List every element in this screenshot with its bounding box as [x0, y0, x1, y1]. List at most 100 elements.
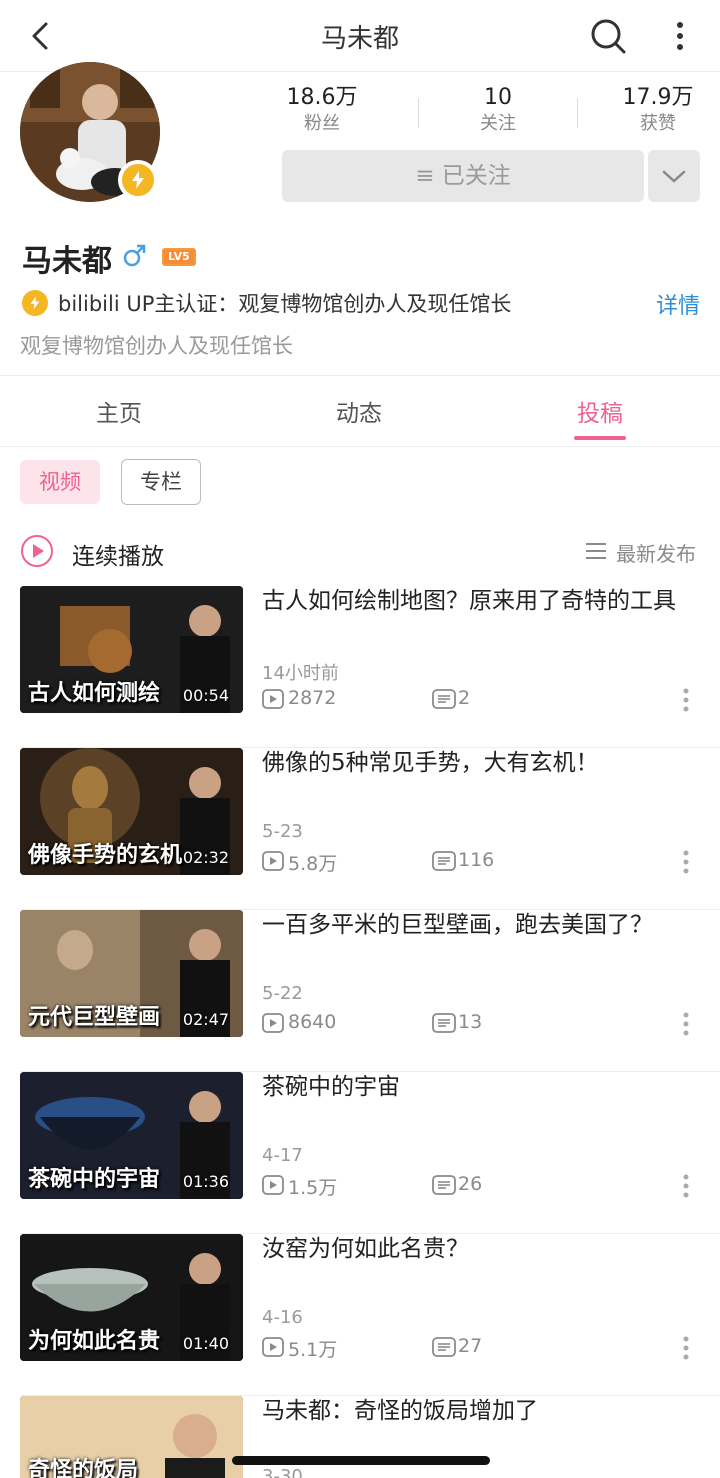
more-vertical-icon[interactable] — [676, 687, 696, 713]
video-title[interactable]: 古人如何绘制地图？原来用了奇特的工具 — [262, 586, 702, 616]
stat-divider — [418, 98, 419, 128]
play-circle-icon[interactable] — [20, 534, 54, 568]
search-button[interactable] — [586, 14, 630, 58]
danmaku-icon — [432, 1175, 456, 1195]
video-duration: 02:32 — [182, 848, 229, 867]
video-date: 3-30 — [262, 1466, 303, 1478]
filter-column-chip[interactable]: 专栏 — [121, 459, 201, 505]
video-danmaku-count: 26 — [458, 1173, 483, 1195]
video-danmaku-count: 27 — [458, 1335, 483, 1357]
danmaku-icon — [432, 1337, 456, 1357]
more-vertical-icon — [677, 22, 683, 50]
video-date: 5-22 — [262, 983, 303, 1004]
divider — [0, 375, 720, 376]
video-thumbnail[interactable]: 古人如何测绘 00:54 — [20, 586, 243, 713]
danmaku-icon — [432, 689, 456, 709]
stat-likes[interactable]: 17.9万 获赞 — [598, 84, 718, 136]
user-bio: 观复博物馆创办人及现任馆长 — [20, 334, 293, 358]
follow-dropdown-button[interactable] — [648, 150, 700, 202]
video-thumbnail[interactable]: 茶碗中的宇宙 01:36 — [20, 1072, 243, 1199]
video-title[interactable]: 佛像的5种常见手势，大有玄机！ — [262, 748, 702, 778]
top-bar: 马未都 — [0, 0, 720, 72]
video-title[interactable]: 汝窑为何如此名贵？ — [262, 1234, 702, 1264]
verification-icon — [22, 290, 48, 316]
verified-badge-icon — [118, 160, 158, 200]
video-date: 5-23 — [262, 821, 303, 842]
video-play-count: 1.5万 — [288, 1177, 338, 1199]
user-name: 马未都 — [22, 244, 112, 279]
video-duration: 02:47 — [182, 1010, 229, 1029]
video-list-item[interactable]: 为何如此名贵 01:40 汝窑为何如此名贵？ 4-16 5.1万 27 — [0, 1234, 720, 1396]
play-count-icon — [262, 689, 284, 709]
video-play-count: 5.8万 — [288, 853, 338, 875]
detail-link[interactable]: 详情 — [656, 288, 700, 320]
video-thumbnail[interactable]: 奇怪的饭局 — [20, 1396, 243, 1478]
divider — [0, 446, 720, 447]
video-danmaku-count: 13 — [458, 1011, 483, 1033]
tab-home[interactable]: 主页 — [96, 394, 142, 428]
home-indicator[interactable] — [232, 1456, 490, 1465]
more-vertical-icon[interactable] — [676, 849, 696, 875]
stat-label: 关注 — [480, 113, 516, 134]
stat-value: 10 — [484, 85, 512, 110]
stat-followers[interactable]: 18.6万 粉丝 — [262, 84, 382, 136]
chevron-down-icon — [662, 170, 686, 183]
play-count-icon — [262, 1013, 284, 1033]
video-list-item[interactable]: 佛像手势的玄机 02:32 佛像的5种常见手势，大有玄机！ 5-23 5.8万 … — [0, 748, 720, 910]
tab-dynamics[interactable]: 动态 — [336, 394, 382, 428]
thumbnail-caption: 茶碗中的宇宙 — [28, 1167, 161, 1192]
video-duration: 01:36 — [182, 1172, 229, 1191]
stat-value: 18.6万 — [286, 85, 358, 110]
video-title[interactable]: 马未都：奇怪的饭局增加了 — [262, 1396, 702, 1426]
stat-divider — [577, 98, 578, 128]
thumbnail-caption: 佛像手势的玄机 — [28, 843, 183, 868]
thumbnail-caption: 奇怪的饭局 — [28, 1458, 139, 1478]
video-date: 14小时前 — [262, 663, 339, 684]
video-list-item[interactable]: 古人如何测绘 00:54 古人如何绘制地图？原来用了奇特的工具 14小时前 28… — [0, 586, 720, 748]
sort-button[interactable]: 最新发布 — [616, 538, 696, 567]
video-danmaku-count: 116 — [458, 849, 495, 871]
video-thumbnail[interactable]: 元代巨型壁画 02:47 — [20, 910, 243, 1037]
danmaku-icon — [432, 1013, 456, 1033]
video-list-item[interactable]: 茶碗中的宇宙 01:36 茶碗中的宇宙 4-17 1.5万 26 — [0, 1072, 720, 1234]
video-title[interactable]: 一百多平米的巨型壁画，跑去美国了？ — [262, 910, 702, 940]
play-count-icon — [262, 1337, 284, 1357]
more-vertical-icon[interactable] — [676, 1011, 696, 1037]
video-play-count: 2872 — [288, 687, 337, 709]
video-date: 4-16 — [262, 1307, 303, 1328]
video-list-item[interactable]: 元代巨型壁画 02:47 一百多平米的巨型壁画，跑去美国了？ 5-22 8640… — [0, 910, 720, 1072]
video-thumbnail[interactable]: 佛像手势的玄机 02:32 — [20, 748, 243, 875]
thumbnail-caption: 为何如此名贵 — [28, 1329, 161, 1354]
video-thumbnail[interactable]: 为何如此名贵 01:40 — [20, 1234, 243, 1361]
stat-label: 获赞 — [640, 113, 676, 134]
stat-following[interactable]: 10 关注 — [438, 84, 558, 136]
play-count-icon — [262, 851, 284, 871]
thumbnail-caption: 元代巨型壁画 — [28, 1005, 161, 1030]
sort-icon — [586, 543, 606, 559]
video-duration: 00:54 — [182, 686, 229, 705]
danmaku-icon — [432, 851, 456, 871]
stat-label: 粉丝 — [304, 113, 340, 134]
video-title[interactable]: 茶碗中的宇宙 — [262, 1072, 702, 1102]
stat-value: 17.9万 — [622, 85, 694, 110]
followed-button[interactable]: ≡ 已关注 — [282, 150, 644, 202]
video-date: 4-17 — [262, 1145, 303, 1166]
male-icon — [123, 244, 146, 267]
verification-text: bilibili UP主认证：观复博物馆创办人及现任馆长 — [58, 292, 512, 316]
video-play-count: 5.1万 — [288, 1339, 338, 1361]
more-vertical-icon[interactable] — [676, 1335, 696, 1361]
continuous-play-button[interactable]: 连续播放 — [72, 537, 164, 571]
thumbnail-caption: 古人如何测绘 — [28, 681, 161, 706]
video-list-item[interactable]: 奇怪的饭局 马未都：奇怪的饭局增加了 3-30 — [0, 1396, 720, 1478]
tab-submissions[interactable]: 投稿 — [577, 394, 623, 428]
filter-video-chip[interactable]: 视频 — [20, 460, 100, 504]
search-icon — [591, 19, 626, 54]
more-vertical-icon[interactable] — [676, 1173, 696, 1199]
video-duration: 01:40 — [182, 1334, 229, 1353]
video-play-count: 8640 — [288, 1011, 337, 1033]
video-danmaku-count: 2 — [458, 687, 471, 709]
more-options-button[interactable] — [664, 14, 696, 58]
active-tab-indicator — [574, 436, 626, 440]
level-badge: LV5 — [162, 248, 196, 266]
profile-stats: 18.6万 粉丝 10 关注 17.9万 获赞 — [262, 84, 720, 144]
